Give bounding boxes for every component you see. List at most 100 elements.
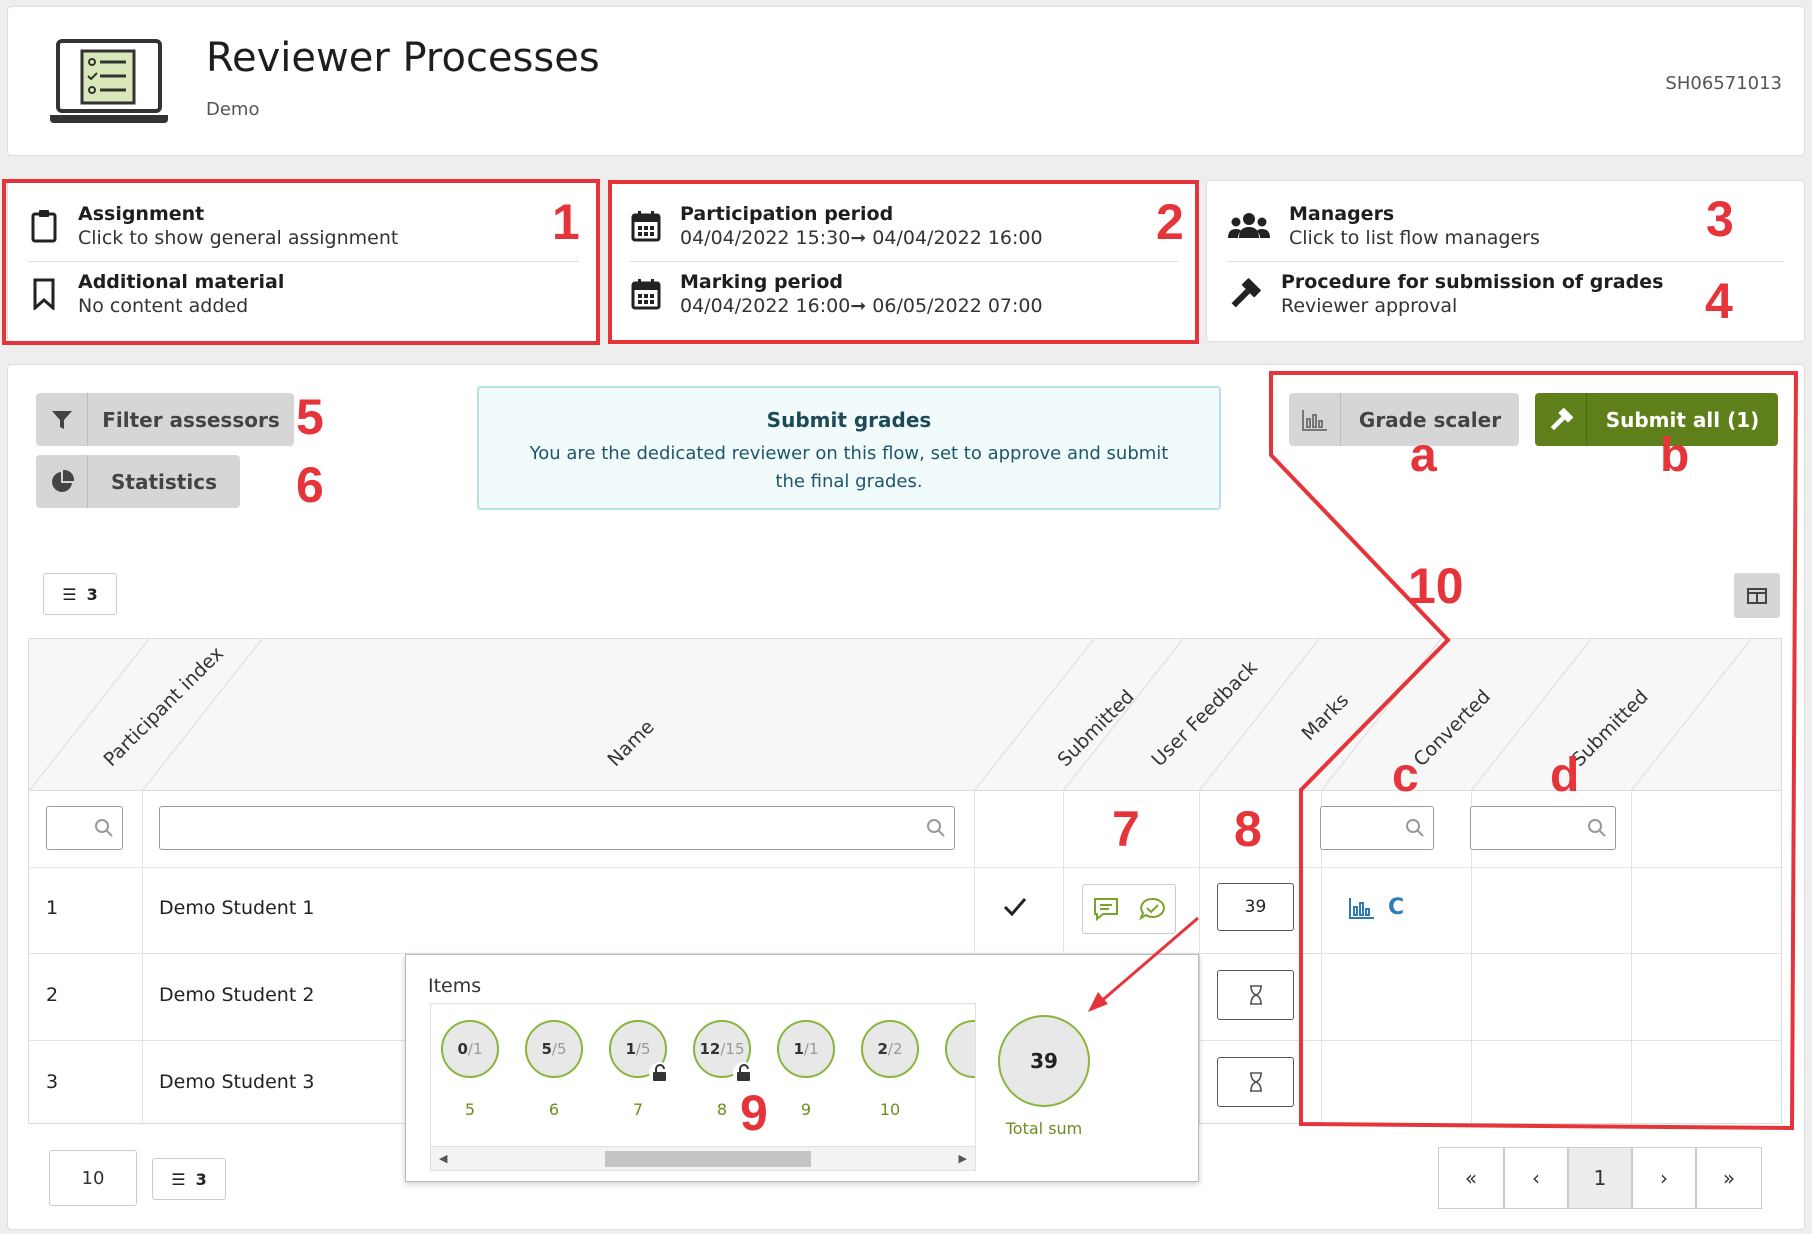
marking-end: 06/05/2022 07:00 [872,295,1043,317]
row2-name[interactable]: Demo Student 2 [159,984,314,1006]
filter-assessors-button[interactable]: Filter assessors [36,393,294,446]
divider [630,261,1178,262]
statistics-button[interactable]: Statistics [36,455,240,508]
last-page-button[interactable]: » [1696,1147,1762,1209]
items-popup: Items 0/1 5 5/5 6 1/5 7 12/15 8 1/1 9 2/2 10… [405,954,1199,1182]
marking-row: Marking period 04/04/2022 16:00➞ 06/05/20… [630,271,1178,317]
submit-grades-notice: Submit grades You are the dedicated revi… [477,386,1221,510]
columns-toggle-button[interactable] [1734,573,1780,618]
hourglass-icon [1249,985,1262,1005]
marking-start: 04/04/2022 16:00 [680,295,851,317]
material-label: Additional material [78,271,285,293]
submit-all-label: Submit all (1) [1605,407,1760,432]
scroll-right-icon[interactable]: ▶ [959,1152,967,1165]
total-sum-circle: 39 [998,1015,1090,1107]
marks-button[interactable]: 39 [1217,883,1294,931]
grade-scaler-label: Grade scaler [1358,407,1502,432]
search-icon [1406,819,1424,837]
item-circle[interactable]: 1/5 7 [607,1020,671,1119]
annotation-7: 7 [1112,801,1140,857]
submitted-filter-input[interactable] [1470,806,1616,850]
annotation-8: 8 [1234,801,1262,857]
procedure-row: Procedure for submission of grades Review… [1227,271,1784,317]
statistics-label: Statistics [111,469,217,494]
annotation-a: a [1410,429,1437,482]
laptop-checklist-icon [50,39,168,123]
row1-name[interactable]: Demo Student 1 [159,897,314,919]
comment-icon[interactable] [1092,896,1120,922]
gavel-icon [1550,407,1573,430]
managers-row[interactable]: Managers Click to list flow managers [1227,203,1784,249]
marks-pending-button[interactable] [1217,1057,1294,1107]
managers-label: Managers [1289,203,1395,225]
participation-row: Participation period 04/04/2022 15:30➞ 04… [630,203,1178,249]
row2-index: 2 [46,984,59,1006]
managers-value: Click to list flow managers [1289,227,1540,249]
scroll-left-icon[interactable]: ◀ [439,1152,447,1165]
page-header: Reviewer Processes Demo SH06571013 [7,6,1805,156]
grade-scaler-button[interactable]: Grade scaler [1289,393,1519,446]
list-count: 3 [86,584,98,604]
bar-chart-icon[interactable] [1349,897,1375,919]
assignment-label: Assignment [78,203,205,225]
comment-check-icon[interactable] [1138,896,1166,922]
item-circle[interactable]: 1/1 9 [775,1020,837,1119]
marks-pending-button[interactable] [1217,970,1294,1020]
scrollbar-thumb[interactable] [605,1151,811,1167]
index-filter-input[interactable] [46,806,123,850]
annotation-2: 2 [1156,194,1184,250]
annotation-9: 9 [740,1085,768,1141]
divider [1227,261,1784,262]
annotation-10: 10 [1408,558,1464,614]
item-circle-partial[interactable] [943,1020,975,1078]
check-icon [1003,898,1027,917]
name-filter-input[interactable] [159,806,955,850]
chevron-left-icon: ‹ [1532,1166,1540,1190]
list-count-footer-button[interactable]: ☰ 3 [152,1158,226,1200]
double-chevron-left-icon: « [1464,1166,1478,1190]
search-icon [95,819,113,837]
participation-start: 04/04/2022 15:30 [680,227,851,249]
arrow-right-icon: ➞ [850,295,873,317]
list-count-button[interactable]: ☰ 3 [43,573,117,615]
item-circle[interactable]: 2/2 10 [859,1020,921,1119]
pie-chart-icon [51,469,74,492]
material-row[interactable]: Additional material No content added [28,271,579,317]
calendar-icon [631,279,661,310]
hourglass-icon [1249,1072,1262,1092]
annotation-b: b [1660,429,1690,482]
popup-title: Items [428,975,482,997]
items-scroller[interactable]: 0/1 5 5/5 6 1/5 7 12/15 8 1/1 9 2/2 10 ◀ ▶ [430,1003,976,1171]
periods-card: Participation period 04/04/2022 15:30➞ 04… [609,180,1199,342]
row3-name[interactable]: Demo Student 3 [159,1071,314,1093]
prev-page-button[interactable]: ‹ [1504,1147,1568,1209]
page-title: Reviewer Processes [206,35,600,81]
divider [28,261,579,262]
notice-title: Submit grades [766,408,932,432]
clipboard-icon [31,210,57,243]
current-page-button[interactable]: 1 [1568,1147,1632,1209]
search-icon [927,819,945,837]
next-page-button[interactable]: › [1632,1147,1696,1209]
procedure-value: Reviewer approval [1281,295,1458,317]
row3-index: 3 [46,1071,59,1093]
converted-grade: C [1388,895,1405,920]
search-icon [1588,819,1606,837]
assignment-card: Assignment Click to show general assignme… [7,180,600,342]
item-circle[interactable]: 0/1 5 [439,1020,501,1119]
page-subtitle: Demo [206,99,260,120]
page-size-select[interactable]: 10 [49,1150,137,1206]
item-circle[interactable]: 5/5 6 [523,1020,585,1119]
first-page-button[interactable]: « [1438,1147,1504,1209]
row1-index: 1 [46,897,59,919]
column-divider [1199,791,1200,1125]
submit-all-button[interactable]: Submit all (1) [1535,393,1778,446]
flow-code: SH06571013 [1665,73,1782,94]
double-chevron-right-icon: » [1722,1166,1736,1190]
assignment-row[interactable]: Assignment Click to show general assignme… [28,203,579,249]
columns-icon [1747,587,1767,604]
column-divider [142,791,143,1125]
converted-filter-input[interactable] [1320,806,1434,850]
horizontal-scrollbar[interactable]: ◀ ▶ [431,1146,975,1170]
bar-chart-icon [1301,409,1327,431]
